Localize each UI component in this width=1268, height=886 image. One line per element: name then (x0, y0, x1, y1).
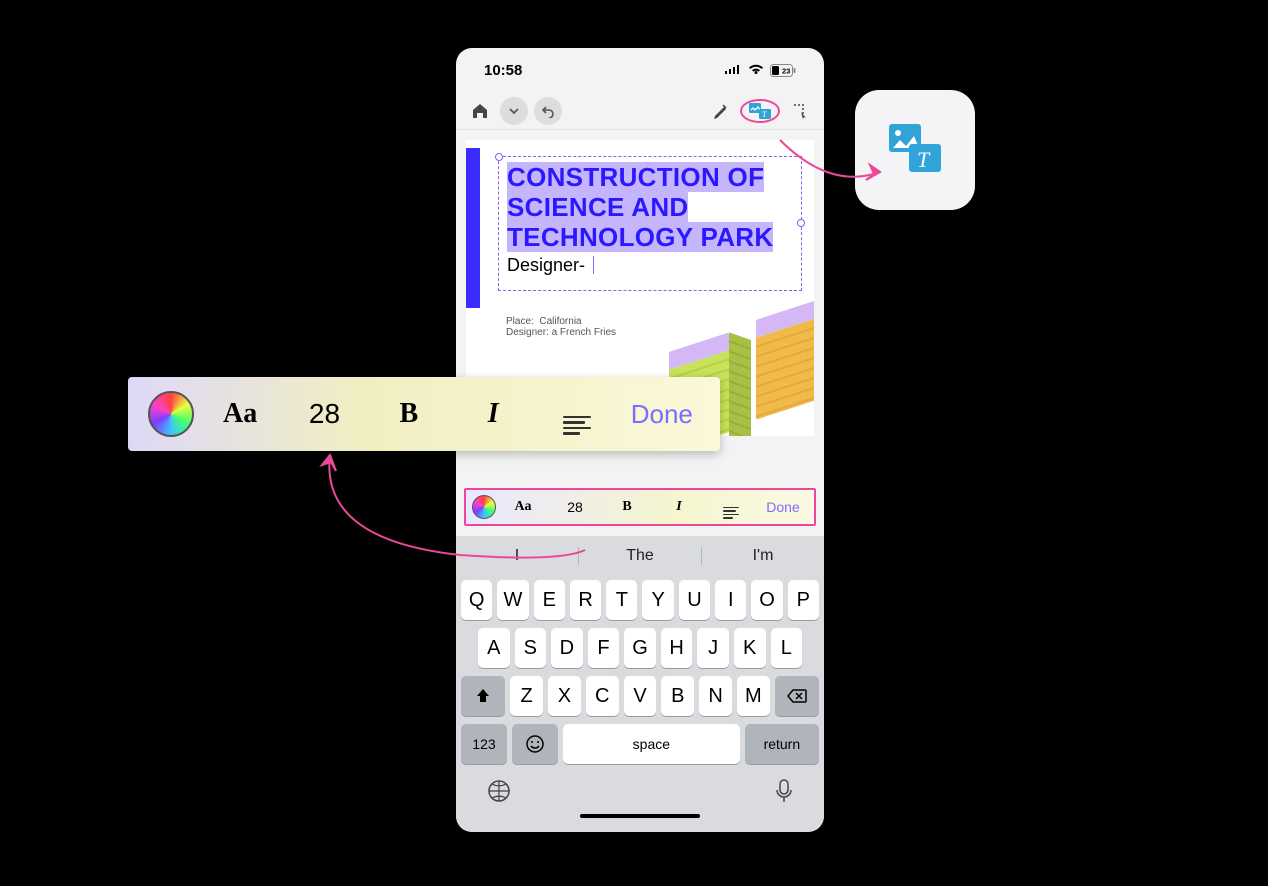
emoji-icon (525, 734, 545, 754)
status-bar: 10:58 23 (456, 48, 824, 92)
key[interactable]: P (788, 580, 819, 620)
bold-button[interactable]: B (371, 398, 447, 430)
meta-block: Place: California Designer: a French Fri… (506, 316, 616, 338)
home-indicator (580, 814, 700, 818)
italic-button[interactable]: I (654, 499, 704, 515)
status-time: 10:58 (484, 62, 522, 79)
emoji-key[interactable] (512, 724, 558, 764)
key-row-3: Z X C V B N M (456, 672, 824, 720)
key-row-2: A S D F G H J K L (456, 624, 824, 672)
signal-icon (724, 64, 742, 76)
key[interactable]: L (771, 628, 803, 668)
key[interactable]: R (570, 580, 601, 620)
done-button[interactable]: Done (624, 399, 700, 430)
key[interactable]: Q (461, 580, 492, 620)
key[interactable]: T (606, 580, 637, 620)
shift-icon (474, 687, 492, 705)
align-button[interactable] (706, 495, 756, 519)
text-format-bar-zoom: Aa 28 B I Done (128, 377, 720, 451)
key[interactable]: Z (510, 676, 543, 716)
key[interactable]: B (661, 676, 694, 716)
key[interactable]: J (697, 628, 729, 668)
globe-icon[interactable] (486, 778, 512, 804)
shift-key[interactable] (461, 676, 505, 716)
subline-text[interactable]: Designer- (507, 255, 793, 276)
keyboard-bottom-bar (456, 768, 824, 808)
key[interactable]: S (515, 628, 547, 668)
ios-keyboard: I The I'm Q W E R T Y U I O P A S D F G … (456, 536, 824, 832)
key[interactable]: A (478, 628, 510, 668)
font-size-button[interactable]: 28 (286, 398, 362, 430)
text-box-selected[interactable]: CONSTRUCTION OF SCIENCE AND TECHNOLOGY P… (498, 156, 802, 291)
key-row-4: 123 space return (456, 720, 824, 768)
backspace-icon (786, 688, 808, 704)
battery-number: 23 (782, 66, 790, 75)
annotation-arrow (775, 130, 895, 200)
numeric-key[interactable]: 123 (461, 724, 507, 764)
align-button[interactable] (539, 393, 615, 435)
return-key[interactable]: return (745, 724, 819, 764)
dropdown-button[interactable] (500, 97, 528, 125)
undo-button[interactable] (534, 97, 562, 125)
color-picker-button[interactable] (148, 391, 194, 437)
wifi-icon (748, 64, 764, 76)
key[interactable]: G (624, 628, 656, 668)
space-key[interactable]: space (563, 724, 740, 764)
svg-text:T: T (762, 110, 767, 119)
key-row-1: Q W E R T Y U I O P (456, 576, 824, 624)
battery-icon: 23 (770, 64, 796, 77)
key[interactable]: I (715, 580, 746, 620)
key[interactable]: W (497, 580, 528, 620)
done-button[interactable]: Done (758, 499, 808, 515)
backspace-key[interactable] (775, 676, 819, 716)
svg-text:T: T (917, 147, 931, 172)
key[interactable]: U (679, 580, 710, 620)
headline-text[interactable]: CONSTRUCTION OF SCIENCE AND TECHNOLOGY P… (507, 163, 793, 253)
lasso-button[interactable] (786, 97, 814, 125)
text-cursor (593, 256, 594, 274)
app-toolbar: T (456, 92, 824, 130)
key[interactable]: F (588, 628, 620, 668)
bold-button[interactable]: B (602, 499, 652, 515)
mic-icon[interactable] (774, 778, 794, 804)
key[interactable]: X (548, 676, 581, 716)
key[interactable]: Y (642, 580, 673, 620)
italic-button[interactable]: I (455, 398, 531, 430)
font-family-button[interactable]: Aa (202, 398, 278, 430)
prediction-option[interactable]: I'm (702, 547, 824, 565)
key[interactable]: D (551, 628, 583, 668)
annotation-arrow (310, 450, 600, 570)
insert-media-button[interactable]: T (740, 99, 780, 123)
highlighter-button[interactable] (706, 97, 734, 125)
decorative-bar (466, 148, 480, 308)
home-button[interactable] (466, 97, 494, 125)
key[interactable]: E (534, 580, 565, 620)
key[interactable]: K (734, 628, 766, 668)
key[interactable]: V (624, 676, 657, 716)
key[interactable]: C (586, 676, 619, 716)
key[interactable]: H (661, 628, 693, 668)
key[interactable]: O (751, 580, 782, 620)
status-indicators: 23 (724, 64, 796, 77)
key[interactable]: N (699, 676, 732, 716)
key[interactable]: M (737, 676, 770, 716)
